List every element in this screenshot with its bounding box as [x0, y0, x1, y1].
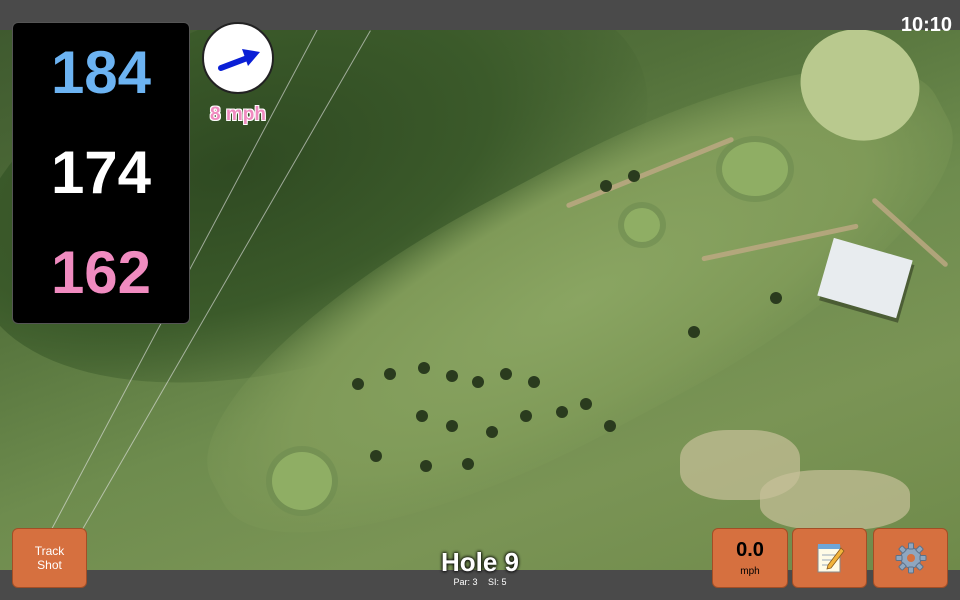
hole-info: Par: 3 SI: 5 [380, 577, 580, 587]
notepad-icon [817, 544, 845, 573]
building [817, 237, 913, 319]
distance-panel: 184 174 162 [12, 22, 190, 324]
settings-button[interactable] [873, 528, 948, 588]
tree [528, 376, 540, 388]
tree [352, 378, 364, 390]
speed-button[interactable]: 0.0 mph [712, 528, 788, 588]
tree [486, 426, 498, 438]
wind-direction-arrow-icon [218, 49, 260, 71]
hole-stroke-index: SI: 5 [488, 577, 507, 587]
tree [628, 170, 640, 182]
tree [418, 362, 430, 374]
hole-par: Par: 3 [453, 577, 478, 587]
tree [446, 420, 458, 432]
tree [580, 398, 592, 410]
tree [556, 406, 568, 418]
tree [600, 180, 612, 192]
distance-front: 162 [50, 239, 152, 306]
green [722, 142, 788, 196]
tree [384, 368, 396, 380]
green [624, 208, 660, 242]
tree [462, 458, 474, 470]
speed-value: 0.0 [736, 539, 764, 561]
tree [770, 292, 782, 304]
green [272, 452, 332, 510]
tree [370, 450, 382, 462]
tree [420, 460, 432, 472]
tree [472, 376, 484, 388]
tree [688, 326, 700, 338]
notes-button[interactable] [792, 528, 867, 588]
track-shot-button[interactable]: Track Shot [12, 528, 87, 588]
bare-ground [760, 470, 910, 530]
track-shot-label-line1: Track [34, 543, 65, 558]
gear-icon [895, 542, 926, 574]
tree [416, 410, 428, 422]
distance-back: 184 [50, 39, 152, 106]
wind-indicator [202, 22, 274, 94]
tree [446, 370, 458, 382]
speed-unit: mph [740, 566, 760, 577]
distance-middle: 174 [50, 139, 152, 206]
tree [500, 368, 512, 380]
tree [520, 410, 532, 422]
hole-title: Hole 9 [440, 547, 520, 577]
wind-speed-label: 8 mph [210, 104, 266, 125]
track-shot-label-line2: Shot [37, 558, 62, 572]
clock: 10:10 [900, 14, 952, 36]
tree [604, 420, 616, 432]
